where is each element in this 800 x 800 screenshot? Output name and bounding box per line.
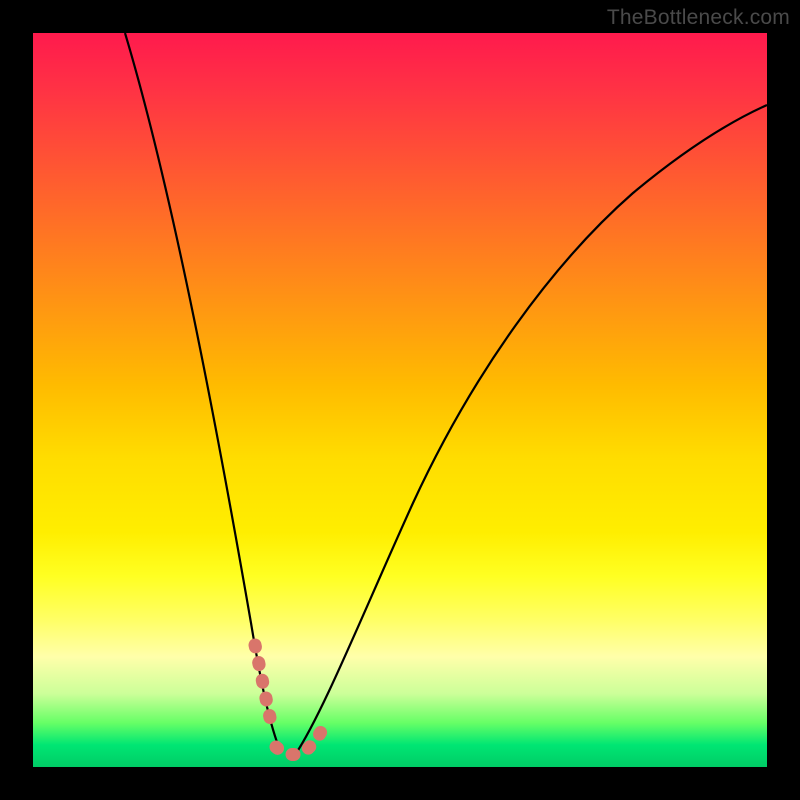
highlight-bottom-dots xyxy=(276,721,327,754)
watermark-text: TheBottleneck.com xyxy=(607,6,790,30)
curve-right xyxy=(295,105,767,755)
chart-plot-area xyxy=(33,33,767,767)
highlight-left-dots xyxy=(255,645,273,731)
chart-svg xyxy=(33,33,767,767)
